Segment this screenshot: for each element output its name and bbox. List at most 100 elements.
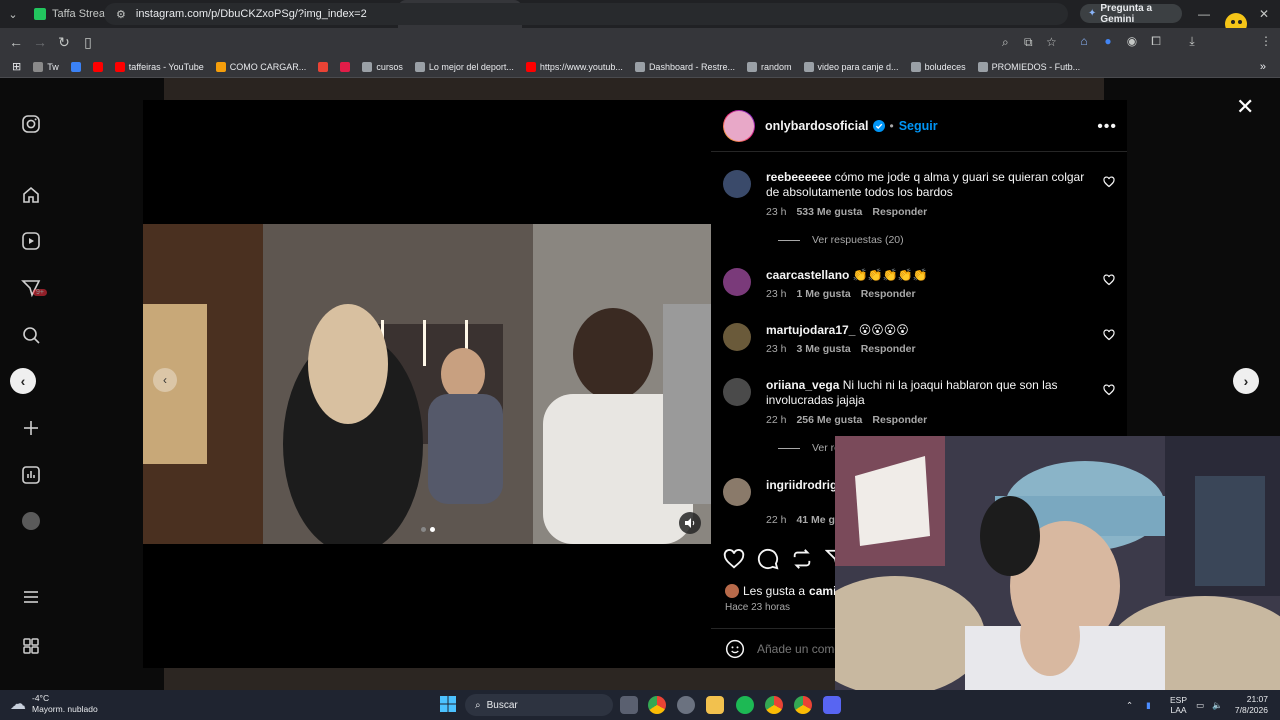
- gemini-button[interactable]: ✦ Pregunta a Gemini: [1080, 3, 1182, 25]
- commenter-avatar[interactable]: [723, 268, 751, 296]
- reels-icon[interactable]: [20, 230, 42, 252]
- comment-likes[interactable]: 533 Me gusta: [796, 206, 862, 218]
- next-post-button[interactable]: ›: [1233, 368, 1259, 394]
- commenter-avatar[interactable]: [723, 170, 751, 198]
- reload-button[interactable]: ↻: [52, 28, 76, 56]
- bookmark-item[interactable]: COMO CARGAR...: [210, 61, 313, 72]
- chrome-icon[interactable]: [648, 696, 666, 714]
- install-app-icon[interactable]: ⧉: [1024, 35, 1033, 50]
- bookmark-item[interactable]: [334, 61, 356, 72]
- translate-icon[interactable]: ⌂: [1076, 34, 1092, 48]
- reply-button[interactable]: Responder: [872, 206, 927, 218]
- discord-icon[interactable]: [823, 696, 841, 714]
- profile-avatar-icon[interactable]: [20, 510, 42, 532]
- reply-button[interactable]: Responder: [861, 288, 916, 300]
- emoji-icon[interactable]: [725, 639, 745, 659]
- likes-summary[interactable]: Les gusta a camila: [725, 584, 846, 598]
- create-icon[interactable]: [20, 417, 42, 439]
- bookmark-label: PROMIEDOS - Futb...: [991, 61, 1081, 72]
- author-avatar[interactable]: [723, 109, 755, 142]
- network-icon[interactable]: ▭: [1196, 690, 1204, 720]
- comment-username[interactable]: martujodara17_: [766, 323, 855, 337]
- commenter-avatar[interactable]: [723, 378, 751, 406]
- carousel-previous-button[interactable]: ‹: [153, 368, 177, 392]
- home-icon[interactable]: [20, 184, 42, 206]
- dashboard-icon[interactable]: [20, 464, 42, 486]
- bookmark-item[interactable]: [87, 61, 109, 72]
- back-button[interactable]: ←: [4, 28, 28, 56]
- bookmark-item[interactable]: boludeces: [905, 61, 972, 72]
- bookmark-item[interactable]: Dashboard - Restre...: [629, 61, 741, 72]
- bookmark-item[interactable]: [65, 61, 87, 72]
- language-indicator[interactable]: ESP LAA: [1170, 690, 1187, 720]
- forward-button[interactable]: →: [28, 28, 52, 56]
- task-view-icon[interactable]: [620, 696, 638, 714]
- extensions-icon[interactable]: ⧠: [1148, 34, 1164, 49]
- zoom-icon[interactable]: ⌕: [1002, 35, 1009, 50]
- bookmark-item[interactable]: Tw: [27, 61, 65, 72]
- menu-icon[interactable]: ⋮: [1258, 34, 1274, 48]
- search-icon[interactable]: [20, 324, 42, 346]
- follow-button[interactable]: Seguir: [899, 119, 938, 133]
- address-bar[interactable]: ⚙ instagram.com/p/DbuCKZxoPSg/?img_index…: [104, 3, 1068, 25]
- tab-search-button[interactable]: ⌄: [0, 0, 26, 28]
- reply-button[interactable]: Responder: [861, 343, 916, 355]
- commenter-avatar[interactable]: [723, 478, 751, 506]
- side-panel-icon[interactable]: ▯: [76, 28, 100, 56]
- chrome-profile-3-icon[interactable]: [794, 696, 812, 714]
- comment-like-icon[interactable]: [1103, 384, 1115, 396]
- comment-icon[interactable]: [757, 548, 779, 570]
- comment-like-icon[interactable]: [1103, 176, 1115, 188]
- clock[interactable]: 21:07 7/8/2026: [1220, 694, 1268, 716]
- bookmark-item[interactable]: random: [741, 61, 798, 72]
- comment-username[interactable]: oriiana_vega: [766, 378, 839, 392]
- post-options-icon[interactable]: •••: [1097, 118, 1117, 136]
- site-info-icon[interactable]: ⚙: [116, 8, 126, 21]
- download-icon[interactable]: ⤓: [1184, 34, 1200, 49]
- minimize-button[interactable]: —: [1184, 0, 1224, 28]
- chrome-profile-2-icon[interactable]: [765, 696, 783, 714]
- comment-username[interactable]: reebeeeeee: [766, 170, 831, 184]
- comment-likes[interactable]: 3 Me gusta: [796, 343, 850, 355]
- taskbar-search[interactable]: ⌕ Buscar: [465, 694, 613, 716]
- comment-likes[interactable]: 256 Me gusta: [796, 414, 862, 426]
- bookmark-item[interactable]: PROMIEDOS - Futb...: [972, 61, 1087, 72]
- audio-toggle-button[interactable]: [679, 512, 701, 534]
- comment-likes[interactable]: 1 Me gusta: [796, 288, 850, 300]
- more-menu-icon[interactable]: [20, 586, 42, 608]
- bookmarks-overflow-icon[interactable]: »: [1254, 61, 1272, 73]
- bookmark-star-icon[interactable]: ☆: [1046, 35, 1057, 49]
- repost-icon[interactable]: [791, 548, 813, 570]
- show-hidden-icons[interactable]: ⌃: [1126, 690, 1133, 720]
- also-from-meta-icon[interactable]: [20, 635, 42, 657]
- extension-2-icon[interactable]: ◉: [1124, 34, 1140, 48]
- bookmark-item[interactable]: Lo mejor del deport...: [409, 61, 520, 72]
- reply-button[interactable]: Responder: [872, 414, 927, 426]
- bookmark-item[interactable]: taffeiras - YouTube: [109, 61, 210, 72]
- weather-widget[interactable]: ☁ -4°C Mayorm. nublado: [10, 693, 98, 715]
- close-window-button[interactable]: ✕: [1244, 0, 1280, 28]
- close-post-icon[interactable]: ✕: [1236, 94, 1254, 120]
- like-icon[interactable]: [723, 548, 745, 570]
- bookmark-item[interactable]: [312, 61, 334, 72]
- post-media[interactable]: ‹: [143, 100, 711, 668]
- view-replies-button[interactable]: Ver respuestas (20): [778, 234, 904, 246]
- extension-icon[interactable]: ●: [1100, 34, 1116, 48]
- comment-like-icon[interactable]: [1103, 329, 1115, 341]
- bookmark-item[interactable]: video para canje d...: [798, 61, 905, 72]
- comment-username[interactable]: ingriidrodrig: [766, 478, 837, 492]
- spotify-icon[interactable]: [736, 696, 754, 714]
- settings-icon[interactable]: [677, 696, 695, 714]
- bookmark-item[interactable]: cursos: [356, 61, 409, 72]
- tray-app-icon[interactable]: ▮: [1146, 690, 1151, 720]
- previous-post-button[interactable]: ‹: [10, 368, 36, 394]
- start-button[interactable]: [440, 696, 456, 712]
- apps-icon[interactable]: ⊞: [6, 60, 27, 73]
- comment-username[interactable]: caarcastellano: [766, 268, 849, 282]
- commenter-avatar[interactable]: [723, 323, 751, 351]
- instagram-logo-icon[interactable]: [20, 113, 42, 135]
- author-username[interactable]: onlybardosoficial: [765, 119, 869, 133]
- bookmark-item[interactable]: https://www.youtub...: [520, 61, 629, 72]
- comment-like-icon[interactable]: [1103, 274, 1115, 286]
- file-explorer-icon[interactable]: [706, 696, 724, 714]
